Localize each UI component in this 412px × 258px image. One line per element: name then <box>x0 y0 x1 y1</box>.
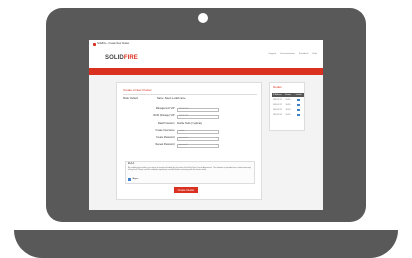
data-protection-value: Double Helix (2 replicas) <box>177 123 203 126</box>
storage-vip-input[interactable]: 192.0.2.11 <box>177 114 219 119</box>
password-placeholder: password <box>179 137 188 140</box>
top-navigation: Support Documentation Feedback Help <box>269 53 318 56</box>
panel-divider <box>123 94 257 95</box>
repeat-password-input[interactable]: password ✓ <box>177 143 219 148</box>
browser-tab-title: SolidFire - Create New Cluster <box>97 42 130 46</box>
laptop-screen: SolidFire - Create New Cluster Support D… <box>89 40 323 210</box>
nodes-title: Nodes <box>273 85 282 89</box>
node-version: 10.2.0 <box>285 103 291 106</box>
node-row: 192.0.2.23 10.2.0 <box>272 108 304 112</box>
eula-title: EULA <box>128 162 135 165</box>
browser-tab[interactable]: SolidFire - Create New Cluster <box>93 42 151 47</box>
repeat-password-placeholder: password <box>179 144 188 147</box>
nav-link-feedback[interactable]: Feedback <box>299 53 309 56</box>
eula-box: EULA By installing this product, you agr… <box>125 161 255 184</box>
camera-dot <box>198 13 208 23</box>
eula-agree: I Agree <box>128 178 138 181</box>
password-label: Create Password: <box>155 136 175 140</box>
eula-text: By installing this product, you agree to… <box>128 166 251 172</box>
logo-suffix: FIRE <box>123 55 138 61</box>
username-label: Create Username: <box>155 129 175 133</box>
node-ip: 192.0.2.23 <box>273 108 282 111</box>
form-row-repeat-password: Repeat Password: password ✓ <box>127 143 237 148</box>
form-row-management-vip: Management VIP: 192.0.2.10 <box>127 107 237 112</box>
eula-checkbox[interactable] <box>128 178 131 181</box>
nav-link-support[interactable]: Support <box>269 53 277 56</box>
password-input[interactable]: password ✓ <box>177 136 219 141</box>
panel-title: Create a New Cluster <box>123 88 152 92</box>
node-version: 10.2.0 <box>285 108 291 111</box>
node-ip: 192.0.2.24 <box>273 113 282 116</box>
username-input[interactable]: admin <box>177 129 219 134</box>
header-brand-bar <box>89 68 323 75</box>
column-include: Include <box>295 93 302 96</box>
nav-link-documentation[interactable]: Documentation <box>280 53 295 56</box>
node-ip: 192.0.2.22 <box>273 103 282 106</box>
node-ip: 192.0.2.21 <box>273 98 282 101</box>
nodes-panel: Nodes IP Address Version Include 192.0.2… <box>269 82 305 131</box>
node-include-checkbox[interactable] <box>293 108 304 112</box>
form-row-password: Create Password: password ✓ <box>127 136 237 141</box>
form-row-data-protection: Data Protection: Double Helix (2 replica… <box>127 122 237 127</box>
solidfire-favicon-icon <box>93 43 96 46</box>
management-vip-label: Management VIP: <box>155 107 175 111</box>
form-row-storage-vip: iSCSI (Storage) VIP: 192.0.2.11 <box>127 114 237 119</box>
laptop-illustration: SolidFire - Create New Cluster Support D… <box>0 0 412 258</box>
repeat-password-check-icon: ✓ <box>216 144 218 147</box>
node-version: 10.2.0 <box>285 98 291 101</box>
solidfire-logo: SOLIDFIRE <box>105 55 138 62</box>
repeat-password-label: Repeat Password: <box>155 143 175 147</box>
username-placeholder: admin <box>179 130 185 133</box>
node-row: 192.0.2.24 10.2.0 <box>272 113 304 117</box>
eula-checkbox-label: I Agree <box>132 178 139 181</box>
logo-prefix: SOLID <box>105 55 124 61</box>
node-include-checkbox[interactable] <box>293 98 304 102</box>
node-include-checkbox[interactable] <box>293 103 304 107</box>
data-protection-label: Data Protection: <box>157 122 175 126</box>
password-check-icon: ✓ <box>216 137 218 140</box>
create-cluster-button[interactable]: Create Cluster <box>174 187 198 193</box>
node-row: 192.0.2.22 10.2.0 <box>272 103 304 107</box>
node-include-checkbox[interactable] <box>293 113 304 117</box>
laptop-base <box>14 230 398 258</box>
storage-vip-placeholder: 192.0.2.11 <box>179 115 189 118</box>
mode-label: Mode: Default <box>123 97 138 100</box>
nav-link-help[interactable]: Help <box>313 53 318 56</box>
nodes-table-header: IP Address Version Include <box>272 93 304 97</box>
node-version: 10.2.0 <box>285 113 291 116</box>
management-vip-placeholder: 192.0.2.10 <box>179 108 189 111</box>
node-row: 192.0.2.21 10.2.0 <box>272 98 304 102</box>
management-vip-input[interactable]: 192.0.2.10 <box>177 107 219 112</box>
form-row-username: Create Username: admin <box>127 129 237 134</box>
storage-vip-label: iSCSI (Storage) VIP: <box>153 114 175 118</box>
column-version: Version <box>285 93 291 96</box>
mode-note: Name: Select a valid name <box>157 97 186 100</box>
create-cluster-panel: Create a New Cluster Mode: Default Name:… <box>116 82 262 200</box>
column-ip-address: IP Address <box>273 93 282 96</box>
